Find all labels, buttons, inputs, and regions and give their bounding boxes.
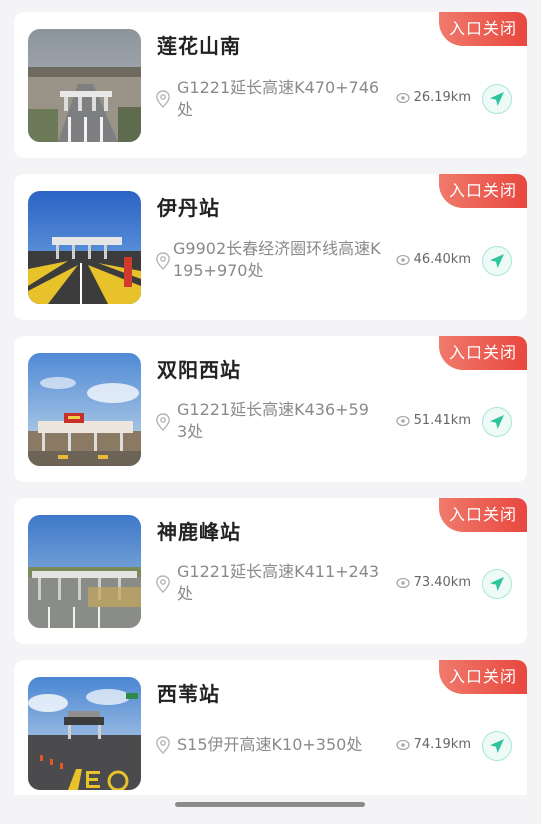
station-photo <box>28 191 141 304</box>
station-name: 莲花山南 <box>157 34 241 58</box>
location-pin-icon <box>156 575 170 593</box>
station-photo <box>28 29 141 142</box>
distance-label: 74.19km <box>395 737 471 752</box>
status-badge: 入口关闭 <box>439 498 527 532</box>
location-pin-icon <box>156 252 170 270</box>
station-address: G9902长春经济圈环线高速K195+970处 <box>173 239 381 280</box>
station-name: 双阳西站 <box>157 358 241 382</box>
station-address: S15伊开高速K10+350处 <box>177 735 363 754</box>
location-pin-icon <box>156 736 170 754</box>
status-badge: 入口关闭 <box>439 12 527 46</box>
station-photo <box>28 677 141 790</box>
station-photo <box>28 515 141 628</box>
eye-icon <box>395 577 410 588</box>
status-badge: 入口关闭 <box>439 336 527 370</box>
navigation-arrow-icon <box>490 254 504 268</box>
station-name: 神鹿峰站 <box>157 520 241 544</box>
station-card[interactable]: 西苇站 入口关闭 S15伊开高速K10+350处 74.19km <box>14 660 527 795</box>
distance-value: 46.40km <box>413 252 471 267</box>
station-card[interactable]: 莲花山南 入口关闭 G1221延长高速K470+746处 26.19km <box>14 12 527 158</box>
station-name: 伊丹站 <box>157 196 220 220</box>
status-badge: 入口关闭 <box>439 660 527 694</box>
navigate-button[interactable] <box>482 84 512 114</box>
navigate-button[interactable] <box>482 407 512 437</box>
distance-value: 26.19km <box>413 90 471 105</box>
eye-icon <box>395 254 410 265</box>
distance-label: 46.40km <box>395 252 471 267</box>
station-photo <box>28 353 141 466</box>
distance-label: 26.19km <box>395 90 471 105</box>
station-card[interactable]: 双阳西站 入口关闭 G1221延长高速K436+593处 51.41km <box>14 336 527 482</box>
station-list: 莲花山南 入口关闭 G1221延长高速K470+746处 26.19km 伊丹站… <box>0 0 541 824</box>
station-address: G1221延长高速K470+746处 <box>177 78 380 119</box>
navigation-arrow-icon <box>490 577 504 591</box>
distance-value: 51.41km <box>413 413 471 428</box>
location-pin-icon <box>156 90 170 108</box>
location-pin-icon <box>156 413 170 431</box>
distance-label: 73.40km <box>395 575 471 590</box>
eye-icon <box>395 92 410 103</box>
status-badge: 入口关闭 <box>439 174 527 208</box>
station-card[interactable]: 伊丹站 入口关闭 G9902长春经济圈环线高速K195+970处 46.40km <box>14 174 527 320</box>
navigation-arrow-icon <box>490 415 504 429</box>
eye-icon <box>395 415 410 426</box>
home-indicator[interactable] <box>175 802 365 807</box>
navigate-button[interactable] <box>482 246 512 276</box>
navigation-arrow-icon <box>490 92 504 106</box>
navigation-arrow-icon <box>490 739 504 753</box>
navigate-button[interactable] <box>482 731 512 761</box>
navigate-button[interactable] <box>482 569 512 599</box>
distance-label: 51.41km <box>395 413 471 428</box>
eye-icon <box>395 739 410 750</box>
distance-value: 73.40km <box>413 575 471 590</box>
station-card[interactable]: 神鹿峰站 入口关闭 G1221延长高速K411+243处 73.40km <box>14 498 527 644</box>
station-address: G1221延长高速K411+243处 <box>177 562 380 603</box>
station-address: G1221延长高速K436+593处 <box>177 400 369 441</box>
station-name: 西苇站 <box>157 682 220 706</box>
distance-value: 74.19km <box>413 737 471 752</box>
